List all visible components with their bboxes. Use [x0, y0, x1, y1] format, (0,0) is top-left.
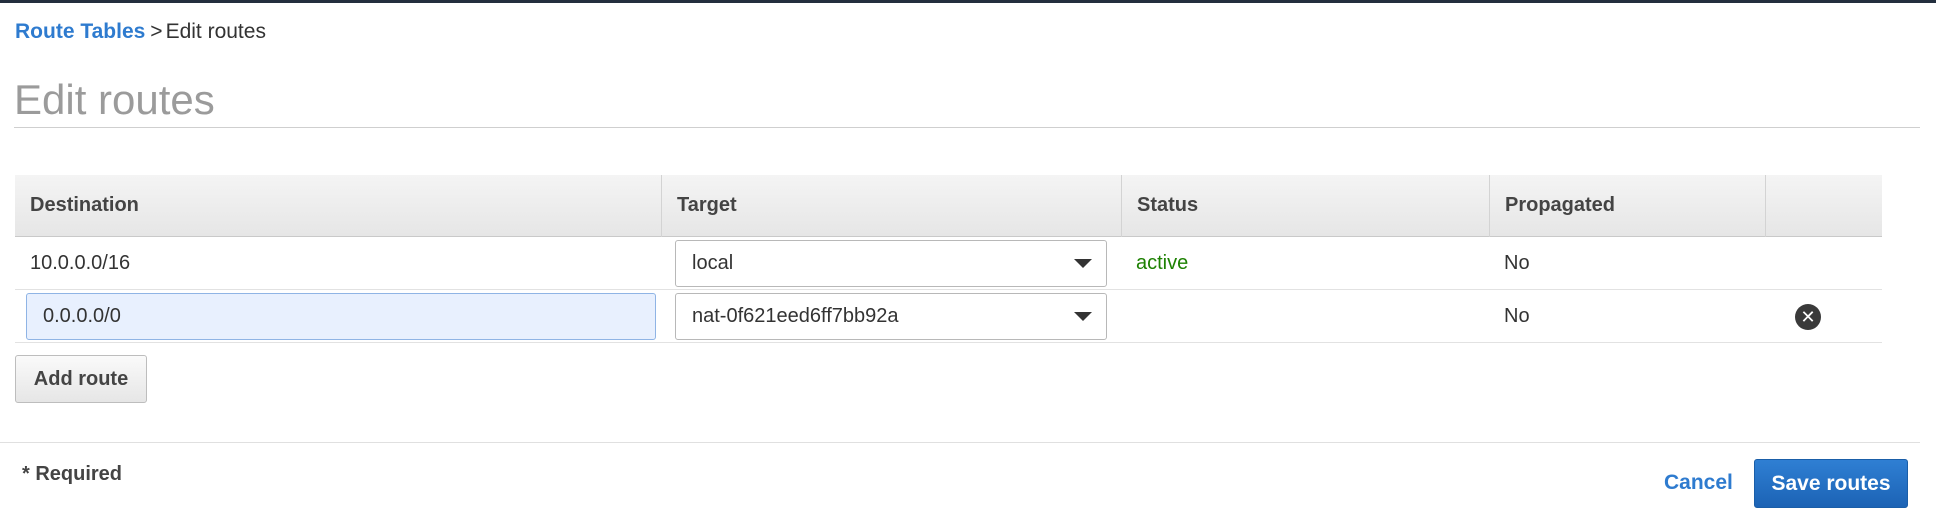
breadcrumb-current: Edit routes: [165, 20, 266, 43]
destination-cell: 10.0.0.0/16: [30, 252, 131, 274]
target-cell: nat-0f621eed6ff7bb92a: [675, 290, 1107, 343]
required-note: * Required: [22, 463, 123, 485]
footer-divider: [0, 442, 1920, 443]
target-select-value: local: [692, 252, 734, 274]
breadcrumb: Route Tables > Edit routes: [15, 20, 266, 44]
column-header-actions: [1765, 175, 1882, 237]
cancel-button[interactable]: Cancel: [1664, 471, 1733, 495]
target-select[interactable]: nat-0f621eed6ff7bb92a: [675, 293, 1107, 340]
table-row: nat-0f621eed6ff7bb92a No ✕: [15, 290, 1882, 343]
breadcrumb-separator: >: [150, 20, 163, 43]
target-select[interactable]: local: [675, 240, 1107, 287]
propagated-cell: No: [1504, 252, 1530, 274]
title-divider: [14, 127, 1920, 128]
breadcrumb-route-tables-link[interactable]: Route Tables: [15, 20, 145, 43]
column-header-target: Target: [661, 175, 1121, 237]
save-routes-button[interactable]: Save routes: [1754, 459, 1908, 508]
table-row: 10.0.0.0/16 local active No: [15, 237, 1882, 290]
status-cell: active: [1136, 252, 1189, 274]
column-header-status: Status: [1121, 175, 1489, 237]
propagated-cell: No: [1504, 305, 1530, 327]
top-bar: [0, 0, 1936, 3]
destination-cell: [26, 290, 656, 343]
page-title: Edit routes: [14, 76, 215, 123]
close-circle-icon[interactable]: ✕: [1795, 303, 1821, 330]
column-header-propagated: Propagated: [1489, 175, 1765, 237]
table-header: Destination Target Status Propagated: [15, 175, 1882, 237]
destination-input[interactable]: [26, 293, 656, 340]
target-cell: local: [675, 237, 1107, 290]
add-route-button[interactable]: Add route: [15, 355, 147, 403]
column-header-destination: Destination: [30, 194, 139, 216]
actions-cell: ✕: [1780, 290, 1821, 343]
caret-down-icon: [1074, 259, 1092, 268]
routes-table: Destination Target Status Propagated 10.…: [15, 175, 1882, 343]
caret-down-icon: [1074, 312, 1092, 321]
target-select-value: nat-0f621eed6ff7bb92a: [692, 305, 899, 327]
